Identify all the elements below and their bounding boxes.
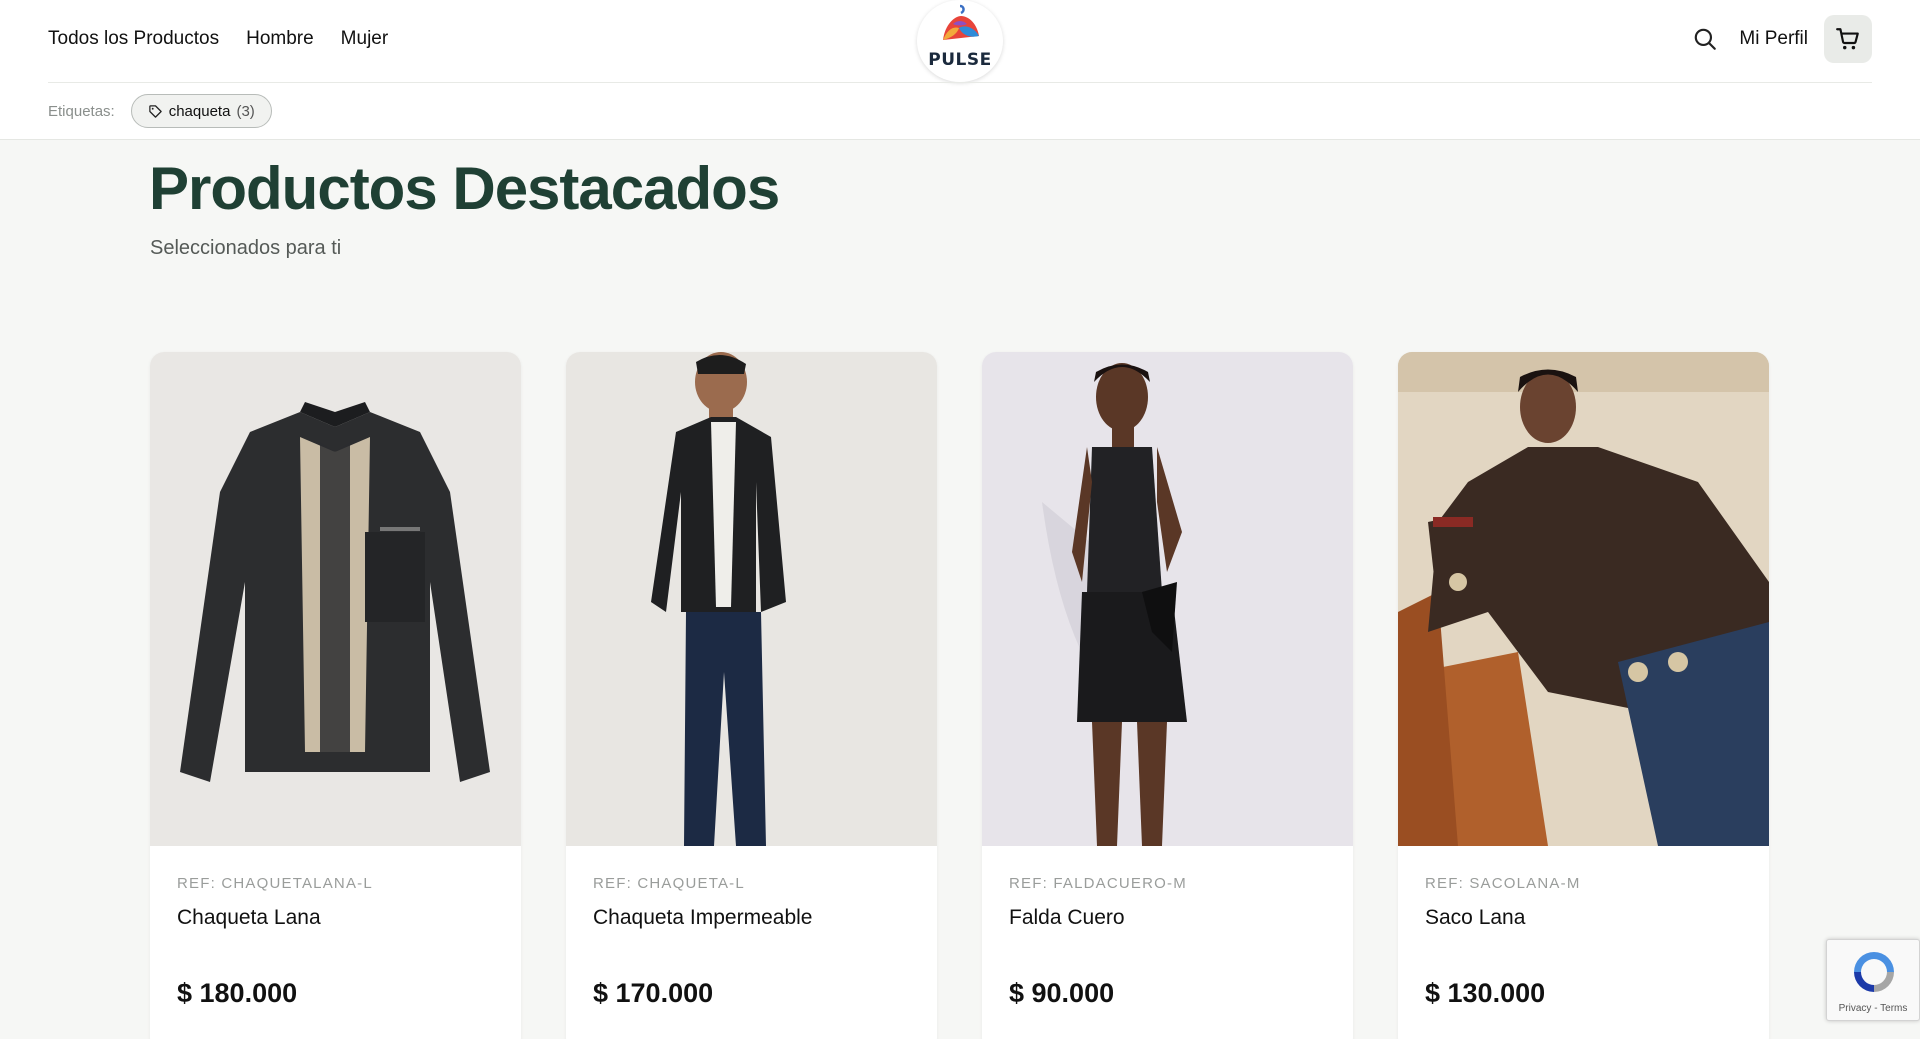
header-actions: Mi Perfil <box>1687 14 1872 64</box>
tags-label: Etiquetas: <box>48 102 115 120</box>
product-price: $ 90.000 <box>1009 978 1115 1008</box>
recaptcha-badge[interactable]: Privacy - Terms <box>1826 939 1920 1021</box>
product-card[interactable]: REF: FALDACUERO-M Falda Cuero $ 90.000 <box>982 352 1353 1039</box>
tag-count: (3) <box>236 102 255 120</box>
product-image <box>566 352 937 846</box>
tags-filter: Etiquetas: chaqueta (3) <box>48 94 272 128</box>
site-header: Todos los Productos Hombre Mujer PULSE M… <box>0 0 1920 140</box>
nav-women[interactable]: Mujer <box>341 28 389 50</box>
product-name: Saco Lana <box>1425 906 1526 929</box>
tag-chip-chaqueta[interactable]: chaqueta (3) <box>130 94 272 128</box>
product-ref: REF: CHAQUETA-L <box>593 875 745 892</box>
product-price: $ 180.000 <box>177 978 298 1008</box>
nav-men[interactable]: Hombre <box>246 28 314 50</box>
cart-icon <box>1836 28 1859 50</box>
pulse-logo[interactable]: PULSE <box>917 0 1003 82</box>
tag-name: chaqueta <box>168 102 231 120</box>
product-name: Chaqueta Impermeable <box>593 906 813 929</box>
product-price: $ 170.000 <box>593 978 714 1008</box>
search-button[interactable] <box>1687 21 1723 57</box>
product-ref: REF: CHAQUETALANA-L <box>177 875 373 892</box>
page-title: Productos Destacados <box>149 155 780 222</box>
product-card[interactable]: REF: CHAQUETA-L Chaqueta Impermeable $ 1… <box>566 352 937 1039</box>
recaptcha-links[interactable]: Privacy - Terms <box>1827 1003 1919 1014</box>
recaptcha-icon <box>1854 952 1894 992</box>
product-ref: REF: FALDACUERO-M <box>1009 875 1187 892</box>
search-icon <box>1695 28 1717 50</box>
product-card[interactable]: REF: CHAQUETALANA-L Chaqueta Lana $ 180.… <box>150 352 521 1039</box>
product-image <box>150 352 521 846</box>
product-ref: REF: SACOLANA-M <box>1425 875 1581 892</box>
nav-all-products[interactable]: Todos los Productos <box>48 28 219 50</box>
product-image <box>1398 352 1769 846</box>
header-divider <box>48 82 1872 83</box>
product-card[interactable]: REF: SACOLANA-M Saco Lana $ 130.000 <box>1398 352 1769 1039</box>
profile-link[interactable]: Mi Perfil <box>1739 28 1808 50</box>
product-name: Falda Cuero <box>1009 906 1125 929</box>
hanger-logo-icon <box>943 4 979 40</box>
product-name: Chaqueta Lana <box>177 906 321 929</box>
product-price: $ 130.000 <box>1425 978 1546 1008</box>
tag-icon <box>148 104 162 118</box>
logo-text: PULSE <box>928 50 992 70</box>
product-image <box>982 352 1353 846</box>
main-nav: Todos los Productos Hombre Mujer <box>48 24 388 54</box>
page-subtitle: Seleccionados para ti <box>150 237 342 259</box>
cart-button[interactable] <box>1824 15 1872 63</box>
